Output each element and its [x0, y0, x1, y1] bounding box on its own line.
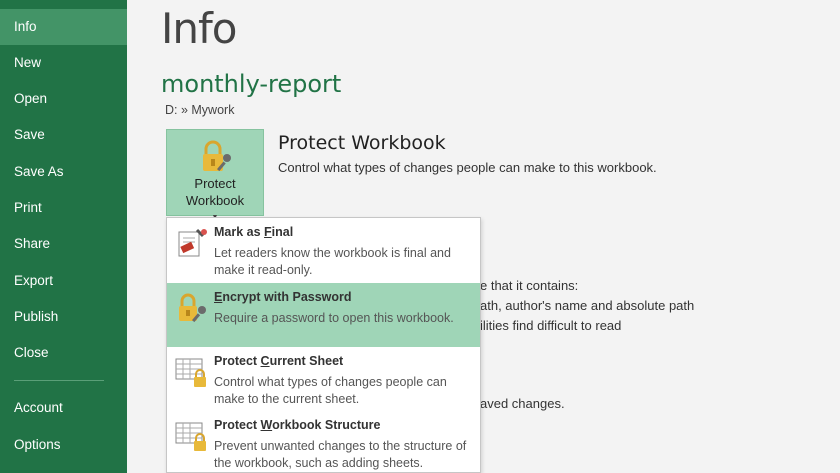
menu-item-title: Protect Workbook Structure: [214, 418, 381, 432]
nav-export[interactable]: Export: [0, 263, 127, 299]
nav-options[interactable]: Options: [0, 427, 127, 463]
menu-item-protect-workbook-structure[interactable]: Protect Workbook Structure Prevent unwan…: [167, 411, 480, 473]
nav-divider: [14, 380, 104, 381]
nav-save[interactable]: Save: [0, 117, 127, 153]
inspect-text-1: e that it contains:: [480, 278, 579, 293]
page-title: Info: [161, 4, 237, 53]
nav-print[interactable]: Print: [0, 190, 127, 226]
menu-item-title: Mark as Final: [214, 225, 294, 239]
menu-item-protect-current-sheet[interactable]: Protect Current Sheet Control what types…: [167, 347, 480, 411]
nav-account[interactable]: Account: [0, 390, 127, 426]
nav-close[interactable]: Close: [0, 335, 127, 371]
nav-open[interactable]: Open: [0, 81, 127, 117]
protect-workbook-menu: Mark as Final Let readers know the workb…: [166, 217, 481, 473]
section-description: Control what types of changes people can…: [278, 160, 657, 175]
inspect-text-2: ath, author's name and absolute path: [480, 298, 695, 313]
nav-new[interactable]: New: [0, 45, 127, 81]
protect-workbook-button[interactable]: Protect Workbook ▼: [166, 129, 264, 221]
document-path[interactable]: D: » Mywork: [165, 103, 234, 117]
lock-key-icon: [179, 293, 206, 323]
menu-item-mark-as-final[interactable]: Mark as Final Let readers know the workb…: [167, 218, 480, 282]
menu-item-title: Encrypt with Password: [214, 290, 352, 304]
nav-info[interactable]: Info: [0, 9, 127, 45]
mark-final-icon: [178, 228, 207, 257]
section-title: Protect Workbook: [278, 132, 446, 154]
menu-item-title: Protect Current Sheet: [214, 354, 344, 368]
document-name: monthly-report: [161, 70, 342, 98]
sheet-lock-icon: [175, 358, 206, 387]
versions-text: aved changes.: [480, 396, 565, 411]
menu-item-description: Prevent unwanted changes to the structur…: [214, 439, 467, 470]
nav-share[interactable]: Share: [0, 226, 127, 262]
lock-key-icon: [203, 140, 231, 172]
nav-publish[interactable]: Publish: [0, 299, 127, 335]
menu-item-description: Control what types of changes people can…: [214, 375, 447, 406]
backstage-sidebar: Info New Open Save Save As Print Share E…: [0, 0, 127, 473]
inspect-text-3: ilities find difficult to read: [480, 318, 622, 333]
menu-item-description: Require a password to open this workbook…: [214, 311, 454, 325]
workbook-lock-icon: [175, 422, 206, 451]
menu-item-description: Let readers know the workbook is final a…: [214, 246, 451, 277]
menu-item-encrypt-with-password[interactable]: Encrypt with Password Require a password…: [167, 283, 480, 347]
nav-save-as[interactable]: Save As: [0, 154, 127, 190]
